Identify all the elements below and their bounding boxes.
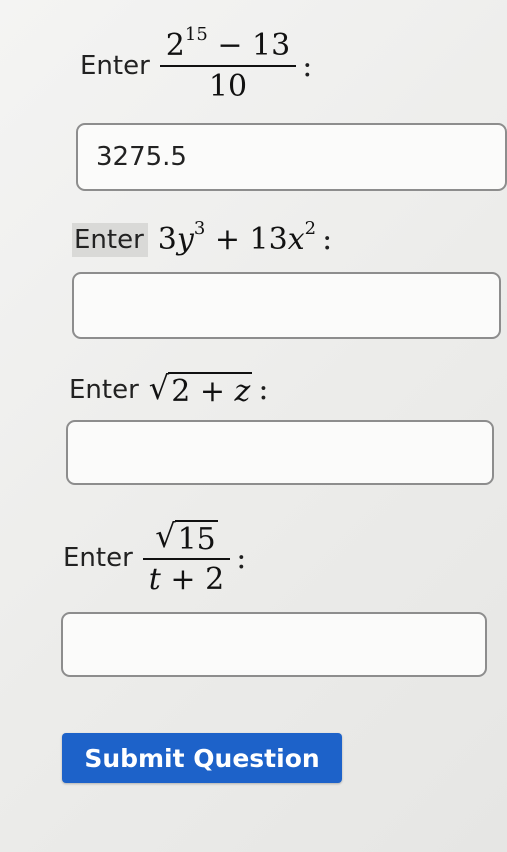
question-1-expression: 215 − 13 10 bbox=[159, 26, 297, 104]
question-4-answer-field[interactable] bbox=[61, 612, 487, 677]
question-1-colon: : bbox=[302, 48, 313, 84]
question-2-label: Enter bbox=[72, 222, 148, 257]
question-2-prompt: Enter 3y3 + 13x2 : bbox=[72, 218, 333, 258]
question-3-expression: √ 2 + z bbox=[148, 369, 253, 409]
question-4-colon: : bbox=[236, 540, 247, 576]
question-4-prompt: Enter √ 15 t + 2 : bbox=[63, 520, 246, 597]
question-1-answer-value: 3275.5 bbox=[96, 142, 187, 172]
question-3-label: Enter bbox=[69, 374, 139, 405]
question-1-label: Enter bbox=[80, 51, 150, 81]
question-2-colon: : bbox=[322, 222, 333, 257]
submit-question-button[interactable]: Submit Question bbox=[62, 733, 342, 783]
question-3-colon: : bbox=[258, 372, 269, 408]
question-2-answer-field[interactable] bbox=[72, 272, 501, 339]
question-3-prompt: Enter √ 2 + z : bbox=[69, 372, 268, 408]
question-4-label: Enter bbox=[63, 543, 133, 574]
question-2-expression: 3y3 + 13x2 bbox=[157, 218, 317, 258]
question-4-expression: √ 15 t + 2 bbox=[142, 520, 231, 597]
question-3-answer-field[interactable] bbox=[66, 420, 494, 485]
question-1-prompt: Enter 215 − 13 10 : bbox=[80, 26, 313, 105]
question-1-answer-field[interactable]: 3275.5 bbox=[76, 123, 507, 191]
